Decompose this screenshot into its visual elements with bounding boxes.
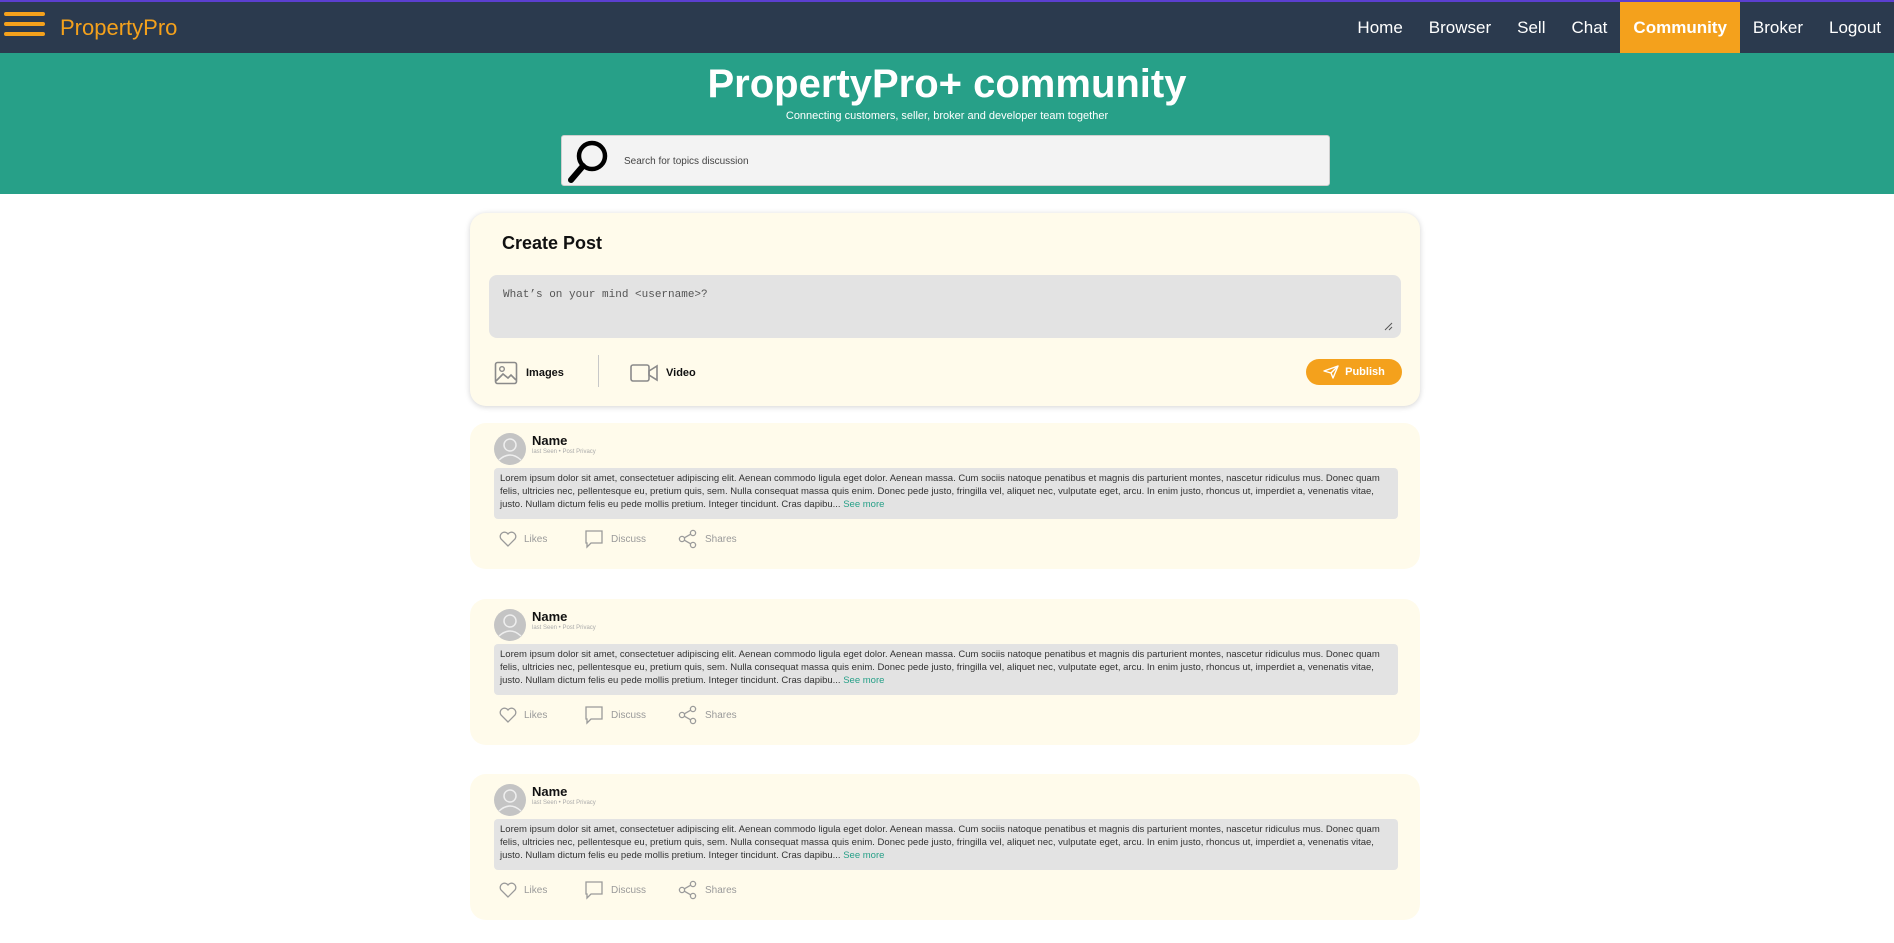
- nav-sell[interactable]: Sell: [1504, 2, 1558, 53]
- search-icon[interactable]: [566, 138, 610, 184]
- post-card: Name last Seen • Post Privacy Lorem ipsu…: [470, 774, 1420, 920]
- community-hero: PropertyPro+ community Connecting custom…: [0, 53, 1894, 194]
- video-label: Video: [666, 367, 696, 379]
- post-meta: last Seen • Post Privacy: [532, 800, 596, 806]
- post-text: Lorem ipsum dolor sit amet, consectetuer…: [500, 824, 1380, 861]
- post-body: Lorem ipsum dolor sit amet, consectetuer…: [494, 819, 1398, 870]
- comment-icon: [585, 530, 603, 549]
- page-subtitle: Connecting customers, seller, broker and…: [785, 110, 1109, 122]
- post-meta: last Seen • Post Privacy: [532, 449, 596, 455]
- see-more-link[interactable]: See more: [843, 675, 884, 686]
- post-text: Lorem ipsum dolor sit amet, consectetuer…: [500, 473, 1380, 510]
- discuss-label: Discuss: [611, 709, 647, 721]
- nav-community[interactable]: Community: [1620, 2, 1740, 53]
- resize-grip-icon[interactable]: [1383, 321, 1393, 331]
- heart-icon: [499, 882, 517, 898]
- likes-label: Likes: [524, 884, 548, 896]
- avatar-icon[interactable]: [494, 784, 526, 816]
- share-button[interactable]: Shares: [678, 878, 737, 902]
- video-icon: [630, 364, 658, 382]
- heart-icon: [499, 531, 517, 547]
- share-icon: [678, 880, 697, 900]
- post-card: Name last Seen • Post Privacy Lorem ipsu…: [470, 599, 1420, 745]
- post-text: Lorem ipsum dolor sit amet, consectetuer…: [500, 649, 1380, 686]
- post-author-name[interactable]: Name: [532, 784, 567, 799]
- nav-chat[interactable]: Chat: [1559, 2, 1621, 53]
- avatar-icon[interactable]: [494, 609, 526, 641]
- comment-icon: [585, 706, 603, 725]
- like-button[interactable]: Likes: [499, 878, 547, 902]
- see-more-link[interactable]: See more: [843, 850, 884, 861]
- post-composer-input[interactable]: [489, 275, 1401, 338]
- post-card: Name last Seen • Post Privacy Lorem ipsu…: [470, 423, 1420, 569]
- like-button[interactable]: Likes: [499, 703, 547, 727]
- hamburger-menu-icon[interactable]: [4, 12, 45, 44]
- top-navbar: PropertyPro Home Browser Sell Chat Commu…: [0, 0, 1894, 53]
- share-icon: [678, 705, 697, 725]
- shares-label: Shares: [705, 709, 737, 721]
- see-more-link[interactable]: See more: [843, 499, 884, 510]
- media-divider: [598, 355, 599, 387]
- discuss-label: Discuss: [611, 884, 647, 896]
- search-input[interactable]: [622, 150, 1316, 172]
- discuss-button[interactable]: Discuss: [584, 703, 646, 727]
- discuss-button[interactable]: Discuss: [584, 878, 646, 902]
- comment-icon: [585, 881, 603, 900]
- image-icon: [494, 361, 518, 385]
- post-author-name[interactable]: Name: [532, 433, 567, 448]
- nav-browser[interactable]: Browser: [1416, 2, 1504, 53]
- search-bar[interactable]: [561, 135, 1330, 186]
- nav-home[interactable]: Home: [1344, 2, 1415, 53]
- share-button[interactable]: Shares: [678, 703, 737, 727]
- like-button[interactable]: Likes: [499, 527, 547, 551]
- heart-icon: [499, 707, 517, 723]
- add-video-button[interactable]: Video: [630, 360, 696, 386]
- create-post-title: Create Post: [502, 233, 603, 253]
- create-post-card: Create Post Images Video Publish: [470, 213, 1420, 406]
- share-icon: [678, 529, 697, 549]
- post-meta: last Seen • Post Privacy: [532, 625, 596, 631]
- discuss-label: Discuss: [611, 533, 647, 545]
- publish-button[interactable]: Publish: [1306, 359, 1402, 385]
- discuss-button[interactable]: Discuss: [584, 527, 646, 551]
- page-title: PropertyPro+ community: [707, 62, 1187, 106]
- brand-logo[interactable]: PropertyPro: [60, 15, 177, 41]
- post-body: Lorem ipsum dolor sit amet, consectetuer…: [494, 468, 1398, 519]
- share-button[interactable]: Shares: [678, 527, 737, 551]
- post-body: Lorem ipsum dolor sit amet, consectetuer…: [494, 644, 1398, 695]
- nav-logout[interactable]: Logout: [1816, 2, 1894, 53]
- likes-label: Likes: [524, 533, 548, 545]
- images-label: Images: [526, 367, 564, 379]
- nav-broker[interactable]: Broker: [1740, 2, 1816, 53]
- shares-label: Shares: [705, 533, 737, 545]
- nav-links: Home Browser Sell Chat Community Broker …: [1344, 2, 1894, 53]
- avatar-icon[interactable]: [494, 433, 526, 465]
- add-images-button[interactable]: Images: [494, 360, 564, 386]
- post-author-name[interactable]: Name: [532, 609, 567, 624]
- send-icon: [1323, 365, 1339, 379]
- publish-label: Publish: [1345, 366, 1385, 378]
- likes-label: Likes: [524, 709, 548, 721]
- shares-label: Shares: [705, 884, 737, 896]
